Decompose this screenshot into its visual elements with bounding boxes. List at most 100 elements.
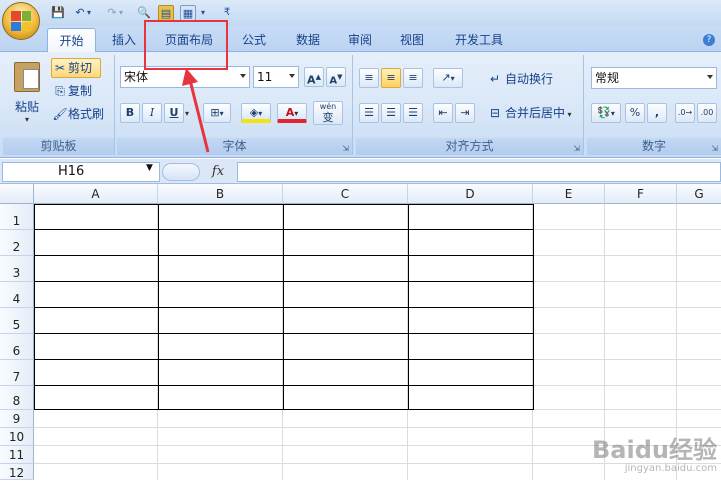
office-button[interactable] bbox=[2, 2, 40, 40]
orientation-button[interactable]: ↗▾ bbox=[433, 68, 463, 88]
number-group-label: 数字 bbox=[587, 138, 721, 155]
number-dialog-launcher-icon[interactable]: ⇲ bbox=[711, 144, 718, 153]
currency-icon: 💱 bbox=[597, 106, 611, 119]
copy-button[interactable]: ⎘ 复制 bbox=[51, 81, 101, 101]
font-name-dropdown-icon bbox=[240, 74, 246, 78]
print-preview-icon[interactable]: 🔍 bbox=[136, 5, 152, 21]
paste-dropdown-icon: ▾ bbox=[24, 115, 29, 124]
merge-center-button[interactable]: ⊟ 合并后居中 ▾ bbox=[484, 103, 582, 123]
paint-bucket-icon: ◈ bbox=[249, 106, 259, 119]
align-bottom-icon[interactable]: ≡ bbox=[403, 68, 423, 88]
wrap-text-icon: ↵ bbox=[489, 72, 501, 86]
scissors-icon: ✂ bbox=[54, 61, 66, 75]
font-color-button[interactable]: A▾ bbox=[277, 103, 307, 123]
row-header-5[interactable]: 5 bbox=[0, 308, 34, 334]
undo-dropdown-icon[interactable]: ▾ bbox=[84, 5, 94, 21]
row-header-1[interactable]: 1 bbox=[0, 204, 34, 230]
select-all-corner[interactable] bbox=[0, 184, 34, 204]
format-painter-button[interactable]: 🖌格式刷 bbox=[51, 104, 113, 124]
row-header-2[interactable]: 2 bbox=[0, 230, 34, 256]
font-group: 宋体 11 A▲ A▼ B I U ▾ ⊞▾ ◈▾ A▾ wén 变 字体 ⇲ bbox=[117, 55, 353, 155]
cut-button[interactable]: ✂ 剪切 bbox=[51, 58, 101, 78]
column-header-f[interactable]: F bbox=[605, 184, 677, 204]
save-icon[interactable]: 💾 bbox=[50, 5, 66, 21]
tab-developer[interactable]: 开发工具 bbox=[447, 28, 511, 52]
tab-review[interactable]: 审阅 bbox=[338, 28, 382, 52]
column-header-a[interactable]: A bbox=[34, 184, 158, 204]
phonetic-guide-button[interactable]: wén 变 bbox=[313, 101, 343, 125]
accounting-format-button[interactable]: 💱▾ bbox=[591, 103, 621, 123]
align-right-icon[interactable]: ☰ bbox=[403, 103, 423, 123]
align-top-icon[interactable]: ≡ bbox=[359, 68, 379, 88]
grow-font-button[interactable]: A▲ bbox=[304, 67, 324, 87]
watermark: Baidu经验 jingyan.baidu.com bbox=[592, 436, 717, 474]
tab-data[interactable]: 数据 bbox=[286, 28, 330, 52]
row-header-6[interactable]: 6 bbox=[0, 334, 34, 360]
insert-function-button[interactable]: fx bbox=[200, 162, 236, 182]
tab-view[interactable]: 视图 bbox=[390, 28, 434, 52]
align-center-icon[interactable]: ☰ bbox=[381, 103, 401, 123]
name-box-dropdown-icon[interactable]: ▼ bbox=[146, 163, 153, 173]
italic-button[interactable]: I bbox=[142, 103, 162, 123]
row-header-7[interactable]: 7 bbox=[0, 360, 34, 386]
tab-formulas[interactable]: 公式 bbox=[232, 28, 276, 52]
column-header-c[interactable]: C bbox=[283, 184, 408, 204]
help-icon[interactable]: ? bbox=[703, 34, 715, 46]
merge-icon: ⊟ bbox=[489, 106, 501, 120]
number-format-combo[interactable]: 常规 bbox=[591, 67, 717, 89]
wrap-text-button[interactable]: ↵ 自动换行 bbox=[484, 69, 580, 89]
number-format-dropdown-icon bbox=[707, 75, 713, 79]
paste-button[interactable]: 粘贴 ▾ bbox=[7, 57, 47, 135]
qat-dropdown-icon[interactable]: ▾ bbox=[198, 5, 208, 21]
font-size-combo[interactable]: 11 bbox=[253, 66, 299, 88]
customize-qat-icon[interactable]: ₹ bbox=[222, 5, 232, 21]
font-size-dropdown-icon bbox=[289, 74, 295, 78]
form-icon[interactable]: ▤ bbox=[158, 5, 174, 21]
row-header-3[interactable]: 3 bbox=[0, 256, 34, 282]
tab-home[interactable]: 开始 bbox=[47, 28, 96, 52]
comma-style-button[interactable]: , bbox=[647, 103, 667, 123]
column-header-d[interactable]: D bbox=[408, 184, 533, 204]
increase-indent-icon[interactable]: ⇥ bbox=[455, 103, 475, 123]
increase-decimal-icon[interactable]: .0→ bbox=[675, 103, 695, 123]
font-dialog-launcher-icon[interactable]: ⇲ bbox=[342, 144, 349, 153]
brush-icon: 🖌 bbox=[52, 107, 68, 121]
clipboard-group: 粘贴 ▾ ✂ 剪切 ⎘ 复制 🖌格式刷 剪贴板 bbox=[3, 55, 115, 155]
annotation-arrow bbox=[182, 68, 210, 153]
formula-input[interactable] bbox=[237, 162, 721, 182]
column-header-b[interactable]: B bbox=[158, 184, 283, 204]
percent-button[interactable]: % bbox=[625, 103, 645, 123]
alignment-dialog-launcher-icon[interactable]: ⇲ bbox=[573, 144, 580, 153]
orientation-icon: ↗ bbox=[441, 71, 451, 84]
column-header-e[interactable]: E bbox=[533, 184, 605, 204]
tab-insert[interactable]: 插入 bbox=[103, 28, 145, 52]
bold-button[interactable]: B bbox=[120, 103, 140, 123]
name-box[interactable]: H16 bbox=[2, 162, 160, 182]
office-logo-icon bbox=[11, 11, 31, 31]
annotation-highlight-box bbox=[144, 20, 228, 70]
row-header-11[interactable]: 11 bbox=[0, 446, 34, 464]
paste-label: 粘贴 bbox=[14, 100, 39, 114]
row-header-8[interactable]: 8 bbox=[0, 386, 34, 410]
column-header-g[interactable]: G bbox=[677, 184, 721, 204]
font-group-label: 字体 bbox=[117, 138, 352, 155]
redo-dropdown-icon[interactable]: ▾ bbox=[116, 5, 126, 21]
clipboard-group-label: 剪贴板 bbox=[3, 138, 114, 155]
copy-icon: ⎘ bbox=[55, 84, 65, 98]
decrease-indent-icon[interactable]: ⇤ bbox=[433, 103, 453, 123]
number-group: 常规 💱▾ % , .0→ .00 数字 ⇲ bbox=[587, 55, 721, 155]
formula-bar-handle-icon[interactable] bbox=[162, 163, 200, 181]
align-left-icon[interactable]: ☰ bbox=[359, 103, 379, 123]
shrink-font-button[interactable]: A▼ bbox=[326, 67, 346, 87]
table-icon[interactable]: ▦ bbox=[180, 5, 196, 21]
alignment-group: ≡ ≡ ≡ ↗▾ ☰ ☰ ☰ ⇤ ⇥ ↵ 自动换行 ⊟ 合并后居中 ▾ 对齐方式 ⇲ bbox=[356, 55, 584, 155]
row-header-12[interactable]: 12 bbox=[0, 464, 34, 480]
decrease-decimal-icon[interactable]: .00 bbox=[697, 103, 717, 123]
paste-icon bbox=[14, 62, 40, 92]
fill-color-button[interactable]: ◈▾ bbox=[241, 103, 271, 123]
row-header-4[interactable]: 4 bbox=[0, 282, 34, 308]
row-header-9[interactable]: 9 bbox=[0, 410, 34, 428]
row-header-10[interactable]: 10 bbox=[0, 428, 34, 446]
align-middle-icon[interactable]: ≡ bbox=[381, 68, 401, 88]
alignment-group-label: 对齐方式 bbox=[356, 138, 583, 155]
